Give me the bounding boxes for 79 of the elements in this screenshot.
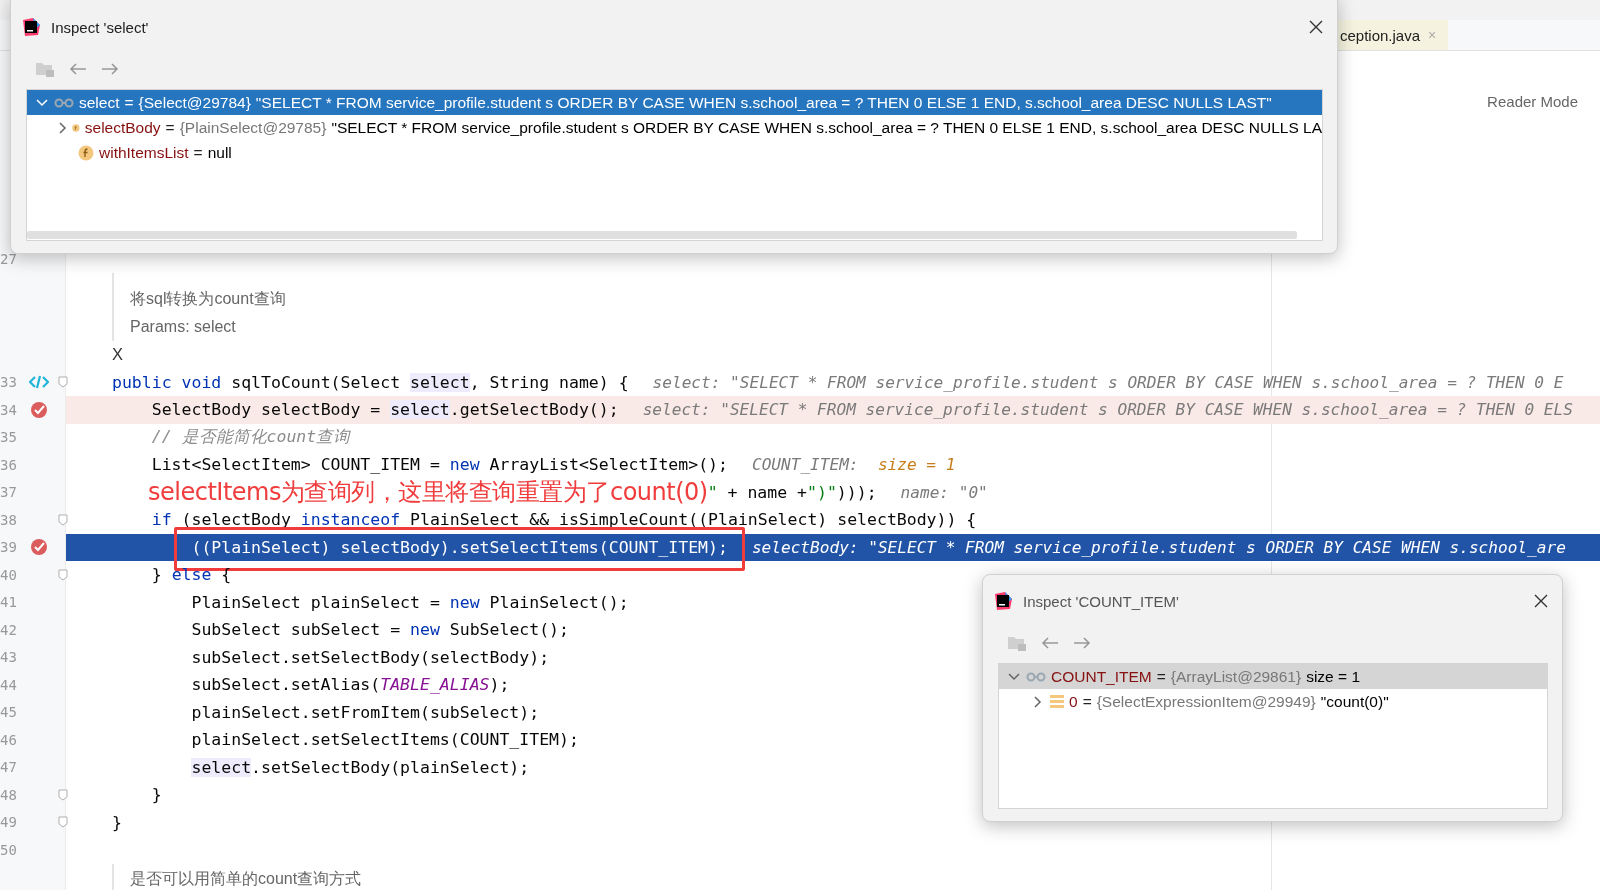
fold-icon[interactable] xyxy=(58,816,68,829)
fold-icon[interactable] xyxy=(58,513,68,526)
code-line: } xyxy=(112,812,122,832)
glasses-icon xyxy=(54,97,74,108)
close-icon[interactable] xyxy=(1534,594,1548,608)
line-number: 37 xyxy=(0,484,18,501)
list-icon xyxy=(1050,694,1064,709)
line-number: 35 xyxy=(0,429,18,446)
scrollbar[interactable] xyxy=(27,231,1297,239)
code-line: X xyxy=(112,345,123,365)
line-number: 42 xyxy=(0,621,18,638)
line-number: 33 xyxy=(0,374,18,391)
fold-icon[interactable] xyxy=(58,568,68,581)
fold-icon[interactable] xyxy=(58,788,68,801)
forward-arrow-icon[interactable] xyxy=(101,62,119,76)
line-number: 36 xyxy=(0,456,18,473)
line-number: 46 xyxy=(0,731,18,748)
back-arrow-icon[interactable] xyxy=(69,62,87,76)
chevron-right-icon[interactable] xyxy=(59,121,67,134)
inline-hint: COUNT_ITEM: size = 1 xyxy=(751,455,956,475)
code-line: List<SelectItem> COUNT_ITEM = new ArrayList<SelectItem>(); xyxy=(150,455,728,475)
line-number: 34 xyxy=(0,401,18,418)
forward-arrow-icon[interactable] xyxy=(1073,636,1091,650)
code-line: plainSelect.setSelectItems(COUNT_ITEM); xyxy=(190,730,579,750)
breakpoint-icon[interactable] xyxy=(30,400,48,419)
back-arrow-icon[interactable] xyxy=(1041,636,1059,650)
popup-title: Inspect 'select' xyxy=(51,18,149,36)
folder-icon[interactable] xyxy=(1007,634,1027,652)
code-line: PlainSelect plainSelect = new PlainSelect(); xyxy=(190,592,629,612)
line-number: 49 xyxy=(0,814,18,831)
code-line: " + name +")"))); xyxy=(707,482,877,502)
code-line: if (selectBody instanceof PlainSelect && isSimpleCount((PlainSelect) selectBody)) { xyxy=(150,510,977,530)
line-number: 50 xyxy=(0,841,18,858)
annotation-text: selectItems为查询列，这里将查询重置为了count(0) xyxy=(148,478,708,506)
tree-row[interactable]: selectBody = {PlainSelect@29785} "SELECT * FROM service_profile.student s ORDER BY CASE WHEN s.school_area = ? THEN 0 ELSE 1 END, s.school_area DESC NULLS LA xyxy=(27,115,1322,140)
line-number: 27 xyxy=(0,251,18,267)
line-number: 44 xyxy=(0,676,18,693)
fold-icon[interactable] xyxy=(58,376,68,389)
chevron-down-icon[interactable] xyxy=(1008,672,1020,681)
close-icon[interactable] xyxy=(1309,20,1323,34)
line-number: 47 xyxy=(0,759,18,776)
line-number: 39 xyxy=(0,539,18,556)
line-number: 45 xyxy=(0,704,18,721)
code-line: public void sqlToCount(Select select, String name) { xyxy=(112,372,629,392)
folder-icon[interactable] xyxy=(35,60,55,78)
code-line: } else { xyxy=(150,565,232,585)
code-line: ((PlainSelect) selectBody).setSelectItems(COUNT_ITEM); xyxy=(190,537,728,557)
popup-title: Inspect 'COUNT_ITEM' xyxy=(1023,592,1179,610)
code-line: SelectBody selectBody = select.getSelectBody(); xyxy=(150,400,619,420)
code-line: select.setSelectBody(plainSelect); xyxy=(190,757,530,777)
app-logo-icon xyxy=(21,17,41,37)
code-line: subSelect.setSelectBody(selectBody); xyxy=(190,647,550,667)
line-number: 38 xyxy=(0,511,18,528)
breakpoint-icon[interactable] xyxy=(30,538,48,557)
code-line: subSelect.setAlias(TABLE_ALIAS); xyxy=(190,675,510,695)
tree-row[interactable]: select = {Select@29784} "SELECT * FROM service_profile.student s ORDER BY CASE WHEN s.school_area = ? THEN 0 ELSE 1 END, s.school_area DESC NULLS LAST" xyxy=(27,90,1322,115)
field-icon xyxy=(78,144,94,161)
code-line: SubSelect subSelect = new SubSelect(); xyxy=(190,620,569,640)
code-line: } xyxy=(150,785,162,805)
doc-comment: 是否可以用简单的count查询方式 xyxy=(112,863,362,890)
glasses-icon xyxy=(1026,671,1046,682)
tree-row[interactable]: 0 = {SelectExpressionItem@29949} "count(0)" xyxy=(999,689,1547,714)
tree-row[interactable]: COUNT_ITEM = {ArrayList@29861} size = 1 xyxy=(999,664,1547,689)
inline-hint: select: "SELECT * FROM service_profile.student s ORDER BY CASE WHEN s.school_area = ? THEN 0 ELS xyxy=(642,400,1573,420)
doc-comment: 将sql转换为count查询 Params: select xyxy=(112,273,286,341)
app-logo-icon xyxy=(993,591,1013,611)
reader-mode-link[interactable]: Reader Mode xyxy=(1487,93,1578,110)
inline-hint: name: "0" xyxy=(900,482,988,502)
line-number: 41 xyxy=(0,594,18,611)
code-line: // 是否能简化count查询 xyxy=(150,426,351,449)
chevron-right-icon[interactable] xyxy=(1034,695,1042,708)
line-number: 43 xyxy=(0,649,18,666)
tree-row[interactable]: withItemsList = null xyxy=(27,140,1322,165)
line-number: 40 xyxy=(0,566,18,583)
inline-hint: selectBody: "SELECT * FROM service_profile.student s ORDER BY CASE WHEN s.school_are xyxy=(751,537,1566,557)
code-line: plainSelect.setFromItem(subSelect); xyxy=(190,702,540,722)
inline-hint: select: "SELECT * FROM service_profile.student s ORDER BY CASE WHEN s.school_area = ? THEN 0 E xyxy=(652,372,1564,392)
line-number: 48 xyxy=(0,786,18,803)
code-brackets-icon[interactable] xyxy=(29,375,49,390)
